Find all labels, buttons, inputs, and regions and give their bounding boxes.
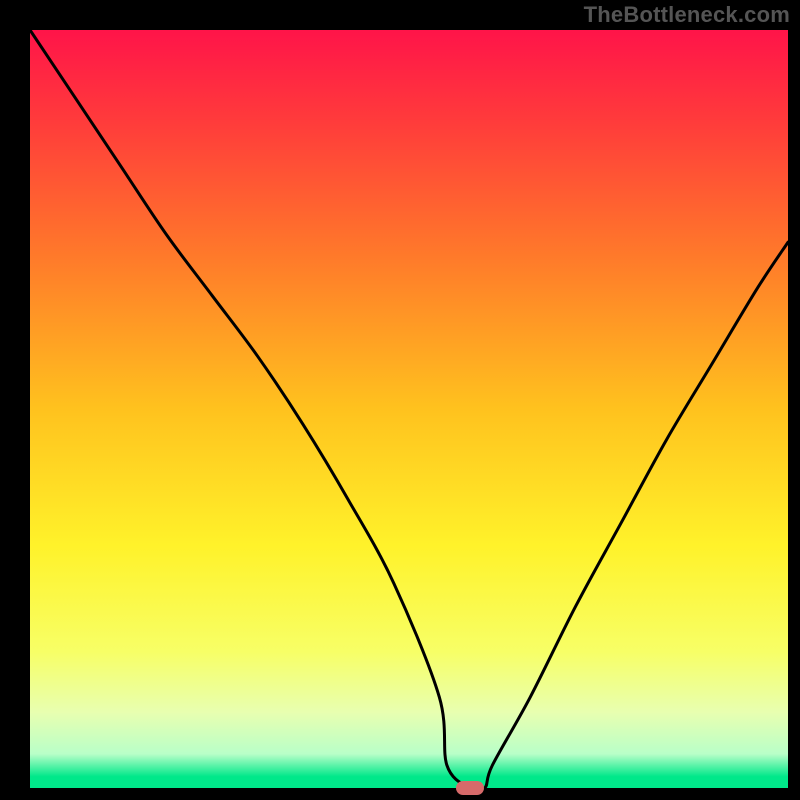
watermark-text: TheBottleneck.com (584, 2, 790, 28)
chart-svg (0, 0, 800, 800)
optimal-marker (456, 781, 484, 795)
chart-frame: TheBottleneck.com (0, 0, 800, 800)
plot-background (30, 30, 788, 788)
